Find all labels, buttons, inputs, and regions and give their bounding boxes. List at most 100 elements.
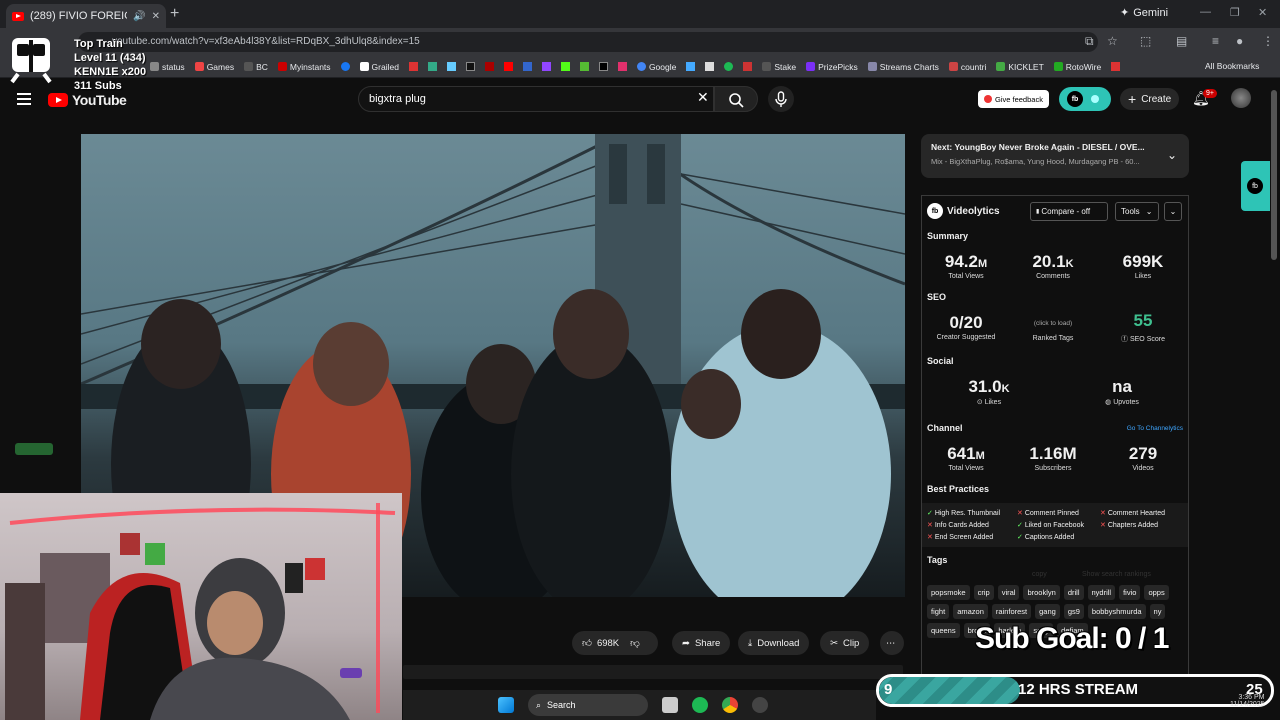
bookmark-prizepicks[interactable]: PrizePicks bbox=[806, 62, 858, 72]
bookmark-icon bbox=[150, 62, 159, 71]
browser-tab[interactable]: (289) FIVIO FOREIGN - BIG 🔊 ✕ bbox=[6, 4, 166, 28]
extensions-icon[interactable]: ⬚ bbox=[1140, 34, 1151, 48]
page-scrollbar[interactable] bbox=[1271, 90, 1277, 260]
sidepanel-icon[interactable]: ▤ bbox=[1176, 34, 1187, 48]
new-tab-button[interactable]: + bbox=[170, 5, 179, 23]
obs-icon[interactable] bbox=[752, 697, 768, 713]
tag-chip[interactable]: popsmoke bbox=[927, 585, 970, 600]
download-button[interactable]: ⤓ Download bbox=[738, 631, 810, 655]
bookmark-streams-charts[interactable]: Streams Charts bbox=[867, 62, 939, 72]
stat-ranked-tags[interactable]: (click to load) Ranked Tags bbox=[1013, 319, 1093, 342]
chrome-icon[interactable] bbox=[722, 697, 738, 713]
like-button[interactable]: 👍︎ 698K 👎︎ bbox=[572, 631, 658, 655]
url-bar[interactable]: youtube.com/watch?v=xf3eAb4l38Y&list=RDq… bbox=[78, 32, 1098, 52]
youtube-bookmark-icon[interactable] bbox=[503, 62, 513, 71]
bookmark-rotowire[interactable]: RotoWire bbox=[1053, 62, 1101, 72]
bookmark-bc[interactable]: BC bbox=[244, 62, 268, 72]
bookmark-stake[interactable]: Stake bbox=[762, 62, 796, 72]
instagram-icon[interactable] bbox=[617, 62, 627, 71]
tag-chip[interactable]: gs9 bbox=[1063, 604, 1084, 619]
facebook-icon[interactable] bbox=[340, 62, 350, 71]
maximize-icon[interactable]: ❐ bbox=[1230, 6, 1240, 19]
spotify-icon[interactable] bbox=[724, 62, 734, 71]
bookmark-misc-icon[interactable] bbox=[465, 62, 475, 71]
tag-chip[interactable]: opps bbox=[1144, 585, 1169, 600]
task-view-icon[interactable] bbox=[662, 697, 678, 713]
bookmark-countri[interactable]: countri bbox=[948, 62, 986, 72]
up-next-card[interactable]: Next: YoungBoy Never Broke Again - DIESE… bbox=[921, 134, 1189, 178]
tag-chip[interactable]: fight bbox=[927, 604, 950, 619]
bookmark-misc-icon[interactable] bbox=[705, 62, 715, 71]
clip-button[interactable]: ✂ Clip bbox=[820, 631, 870, 655]
tag-chip[interactable]: crip bbox=[973, 585, 994, 600]
voice-search-button[interactable] bbox=[768, 86, 794, 112]
tag-chip[interactable]: bobbyshmurda bbox=[1087, 604, 1146, 619]
menu-hamburger-icon[interactable] bbox=[17, 93, 31, 108]
account-avatar[interactable] bbox=[1231, 88, 1251, 108]
bookmark-myinstants[interactable]: Myinstants bbox=[277, 62, 331, 72]
google-icon bbox=[636, 62, 646, 71]
goto-channelytics-link[interactable]: Go To Channelytics bbox=[1127, 425, 1183, 432]
bookmark-misc-icon[interactable] bbox=[1111, 62, 1121, 71]
tag-chip[interactable]: viral bbox=[997, 585, 1020, 600]
clear-search-icon[interactable]: ✕ bbox=[697, 89, 709, 106]
bookmark-google[interactable]: Google bbox=[636, 62, 676, 72]
bookmark-misc-icon[interactable] bbox=[408, 62, 418, 71]
tag-chip[interactable]: gang bbox=[1035, 604, 1060, 619]
show-rankings-button[interactable]: Show search rankings bbox=[1082, 571, 1151, 578]
gemini-button[interactable]: ✦ Gemini bbox=[1120, 6, 1168, 20]
give-feedback-button[interactable]: Give feedback bbox=[978, 90, 1049, 108]
thumbs-down-icon[interactable]: 👎︎ bbox=[630, 637, 640, 649]
copy-tags-button[interactable]: copy bbox=[1032, 571, 1047, 578]
bookmark-kicklet[interactable]: KICKLET bbox=[996, 62, 1044, 72]
install-icon[interactable]: ⧉ bbox=[1085, 34, 1094, 49]
kick-icon[interactable] bbox=[560, 62, 570, 71]
close-tab-icon[interactable]: ✕ bbox=[152, 11, 160, 22]
bookmark-status[interactable]: status bbox=[150, 62, 185, 72]
subscribers-label: Subscribers bbox=[1034, 465, 1072, 472]
more-actions-button[interactable]: ⋯ bbox=[880, 631, 904, 655]
video-info-strip bbox=[403, 665, 903, 679]
bookmark-misc-icon[interactable] bbox=[522, 62, 532, 71]
bookmark-misc-icon[interactable] bbox=[686, 62, 696, 71]
chevron-down-icon[interactable]: ⌄ bbox=[1167, 148, 1177, 162]
taskbar-search[interactable]: ⌕ Search bbox=[528, 694, 648, 716]
tag-chip[interactable]: nydrill bbox=[1087, 585, 1116, 600]
menu-icon[interactable]: ⋮ bbox=[1262, 34, 1274, 48]
bookmark-misc-icon[interactable] bbox=[484, 62, 494, 71]
reading-list-icon[interactable]: ≡ bbox=[1212, 34, 1219, 48]
compare-button[interactable]: ▮ Compare - off bbox=[1030, 202, 1108, 221]
speaker-icon[interactable]: 🔊 bbox=[133, 11, 145, 22]
search-button[interactable] bbox=[714, 86, 758, 112]
close-window-icon[interactable]: ✕ bbox=[1258, 6, 1267, 19]
seo-score-label: SEO Score bbox=[1129, 336, 1165, 343]
tag-chip[interactable]: fivio bbox=[1119, 585, 1141, 600]
tag-chip[interactable]: drill bbox=[1063, 585, 1084, 600]
tag-chip[interactable]: ny bbox=[1149, 604, 1166, 619]
tag-chip[interactable]: queens bbox=[927, 623, 960, 638]
tag-chip[interactable]: rainforest bbox=[991, 604, 1032, 619]
create-button[interactable]: + Create bbox=[1120, 88, 1180, 110]
bookmark-games[interactable]: Games bbox=[194, 62, 234, 72]
share-button[interactable]: ➦ Share bbox=[672, 631, 731, 655]
tag-chip[interactable]: amazon bbox=[953, 604, 988, 619]
bookmark-misc-icon[interactable] bbox=[427, 62, 437, 71]
search-input[interactable]: bigxtra plug bbox=[358, 86, 714, 112]
bookmark-misc-icon[interactable] bbox=[743, 62, 753, 71]
twitch-icon[interactable] bbox=[541, 62, 551, 71]
bookmark-star-icon[interactable]: ☆ bbox=[1107, 34, 1118, 48]
spotify-icon[interactable] bbox=[692, 697, 708, 713]
all-bookmarks[interactable]: All Bookmarks bbox=[1205, 61, 1259, 71]
windows-start-icon[interactable] bbox=[498, 697, 514, 713]
youtube-logo[interactable]: YouTube bbox=[48, 92, 127, 108]
vidiq-toggle-button[interactable]: fb bbox=[1059, 87, 1111, 111]
tag-chip[interactable]: brooklyn bbox=[1023, 585, 1060, 600]
minimize-icon[interactable]: — bbox=[1200, 6, 1211, 18]
panel-collapse-button[interactable]: ⌄ bbox=[1164, 202, 1182, 221]
bookmark-grailed[interactable]: Grailed bbox=[359, 62, 399, 72]
profile-icon[interactable]: ● bbox=[1236, 34, 1243, 48]
bookmark-misc-icon[interactable] bbox=[446, 62, 456, 71]
bookmark-misc-icon[interactable] bbox=[579, 62, 589, 71]
tools-dropdown[interactable]: Tools ⌄ bbox=[1115, 202, 1159, 221]
x-icon[interactable] bbox=[598, 62, 608, 71]
